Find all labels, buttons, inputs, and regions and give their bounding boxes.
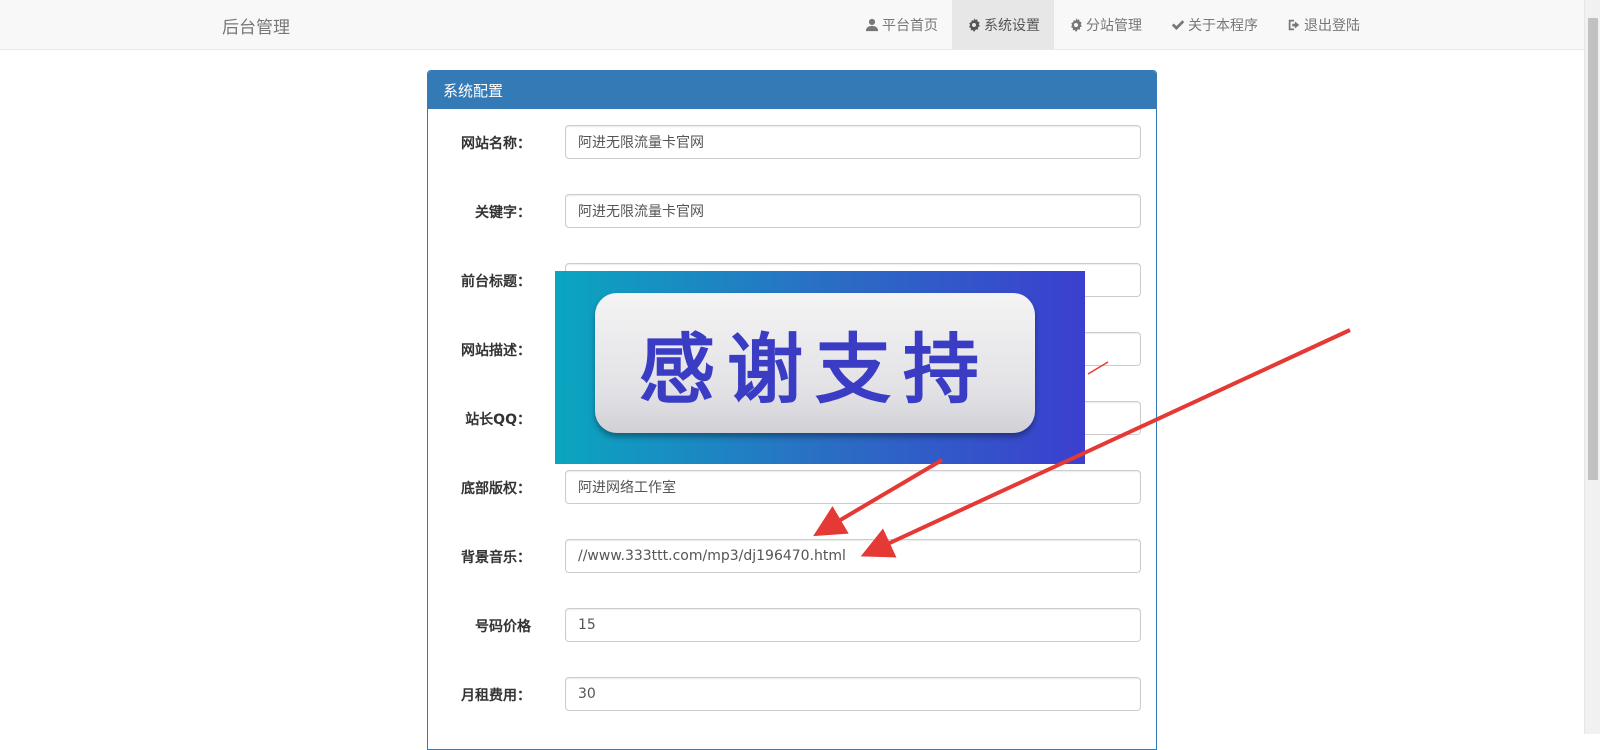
scrollbar-thumb[interactable] — [1588, 18, 1598, 480]
nav-item-about[interactable]: 关于本程序 — [1156, 0, 1272, 49]
nav-label: 退出登陆 — [1304, 17, 1360, 34]
user-icon — [864, 17, 879, 32]
brand-title[interactable]: 后台管理 — [222, 13, 290, 38]
form-row-footer-copyright: 底部版权： — [428, 470, 1156, 504]
page-scrollbar[interactable] — [1584, 0, 1600, 734]
form-row-site-name: 网站名称： — [428, 125, 1156, 159]
background-music-label: 背景音乐： — [461, 550, 531, 566]
front-title-label: 前台标题： — [461, 274, 531, 290]
keywords-label: 关键字： — [475, 205, 531, 221]
form-row-background-music: 背景音乐： — [428, 539, 1156, 573]
monthly-fee-label: 月租费用： — [461, 688, 531, 704]
nav-item-substation-management[interactable]: 分站管理 — [1054, 0, 1156, 49]
top-navbar: 后台管理 平台首页 系统设置 分站管理 关于本程序 退出登陆 — [0, 0, 1584, 50]
gear-icon — [1068, 17, 1083, 32]
gear-icon — [966, 17, 981, 32]
form-row-keywords: 关键字： — [428, 194, 1156, 228]
keywords-input[interactable] — [565, 194, 1141, 228]
background-music-input[interactable] — [565, 539, 1141, 573]
thanks-banner-text: 感谢支持 — [639, 325, 991, 414]
footer-copyright-label: 底部版权： — [461, 481, 531, 497]
nav-label: 关于本程序 — [1188, 17, 1258, 34]
nav-item-system-settings[interactable]: 系统设置 — [952, 0, 1054, 49]
nav-item-logout[interactable]: 退出登陆 — [1272, 0, 1374, 49]
thanks-banner: 感谢支持 — [555, 271, 1085, 464]
form-row-monthly-fee: 月租费用： — [428, 677, 1156, 711]
number-price-label: 号码价格 — [475, 619, 531, 635]
site-name-label: 网站名称： — [461, 136, 531, 152]
webmaster-qq-label: 站长QQ： — [465, 412, 531, 428]
logout-icon — [1286, 17, 1301, 32]
check-icon — [1170, 17, 1185, 32]
nav-label: 系统设置 — [984, 17, 1040, 34]
nav-item-platform-home[interactable]: 平台首页 — [850, 0, 952, 49]
site-description-label: 网站描述： — [461, 343, 531, 359]
nav-menu: 平台首页 系统设置 分站管理 关于本程序 退出登陆 — [850, 0, 1374, 49]
site-name-input[interactable] — [565, 125, 1141, 159]
thanks-banner-key: 感谢支持 — [595, 293, 1035, 433]
form-row-number-price: 号码价格 — [428, 608, 1156, 642]
panel-title: 系统配置 — [428, 71, 1156, 109]
monthly-fee-input[interactable] — [565, 677, 1141, 711]
nav-label: 分站管理 — [1086, 17, 1142, 34]
number-price-input[interactable] — [565, 608, 1141, 642]
nav-label: 平台首页 — [882, 17, 938, 34]
footer-copyright-input[interactable] — [565, 470, 1141, 504]
